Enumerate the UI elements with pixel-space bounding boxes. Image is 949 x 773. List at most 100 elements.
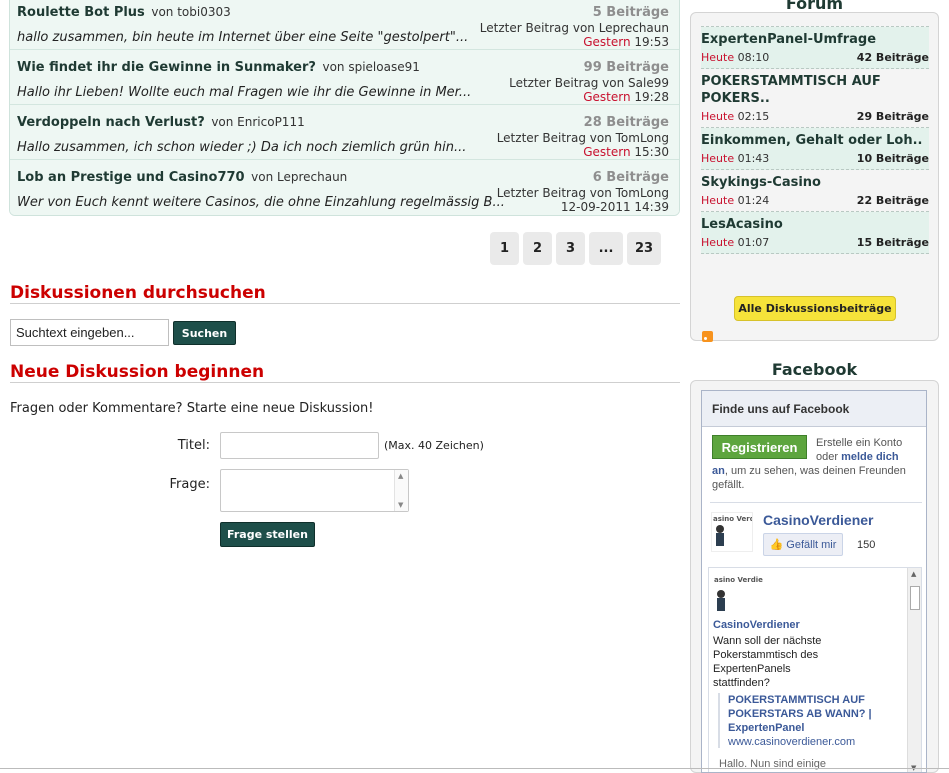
facebook-login-link-2[interactable]: an: [712, 465, 725, 477]
facebook-title: Facebook: [771, 360, 858, 379]
divider: [10, 382, 680, 383]
facebook-stream[interactable]: asino Verdiener CasinoVerdiener Wann sol…: [708, 567, 922, 772]
post-author[interactable]: CasinoVerdiener: [713, 618, 800, 632]
title-field[interactable]: [220, 432, 379, 459]
forum-list: ExpertenPanel-Umfrage Heute 08:10 42 Beit…: [701, 26, 929, 254]
thread-title[interactable]: Wie findet ihr die Gewinne in Sunmaker? …: [17, 60, 420, 75]
thread-last-time: Gestern 15:30: [583, 145, 669, 159]
search-input[interactable]: [10, 319, 169, 346]
thread-last-time: 12-09-2011 14:39: [560, 200, 669, 214]
thread-row[interactable]: Roulette Bot Plus von tobi0303 hallo zus…: [10, 0, 679, 50]
thread-last-post: Letzter Beitrag von Sale99: [509, 76, 669, 90]
thread-author: von EnricoP111: [211, 115, 305, 129]
forum-item[interactable]: Einkommen, Gehalt oder Loh.. Heute 01:43…: [701, 128, 929, 170]
scroll-up-icon[interactable]: ▲: [398, 472, 403, 480]
pagination: 1 2 3 ... 23: [490, 232, 662, 265]
like-button[interactable]: 👍 Gefällt mir: [763, 533, 843, 556]
thread-author: von Leprechaun: [251, 170, 348, 184]
thread-excerpt: Hallo ihr Lieben! Wollte euch mal Fragen…: [17, 85, 472, 100]
thread-post-count: 5 Beiträge: [592, 5, 669, 20]
forum-item-time: Heute 08:10: [701, 51, 770, 64]
post-text: Wann soll der nächste Pokerstammtisch de…: [713, 635, 822, 689]
forum-item-count: 29 Beiträge: [856, 110, 929, 123]
question-label: Frage:: [169, 477, 210, 492]
thread-author: von tobi0303: [151, 5, 231, 19]
textarea-scrollbar[interactable]: ▲ ▼: [394, 470, 408, 511]
new-discussion-heading: Neue Diskussion beginnen: [10, 362, 265, 382]
rss-icon[interactable]: [702, 331, 713, 342]
page-avatar[interactable]: asino Verdiener: [711, 512, 753, 552]
forum-item[interactable]: Skykings-Casino Heute 01:24 22 Beiträge: [701, 170, 929, 212]
post-attachment[interactable]: POKERSTAMMTISCH AUF POKERSTARS AB WANN? …: [718, 693, 898, 748]
scroll-up-icon[interactable]: ▲: [911, 570, 916, 578]
like-label: Gefällt mir: [786, 538, 837, 551]
thread-row[interactable]: Verdoppeln nach Verlust? von EnricoP111 …: [10, 105, 679, 160]
thread-last-post: Letzter Beitrag von TomLong: [496, 131, 669, 145]
forum-item-count: 42 Beiträge: [856, 51, 929, 64]
forum-item[interactable]: POKERSTAMMTISCH AUF POKERS.. Heute 02:15…: [701, 69, 929, 128]
thread-last-post: Letzter Beitrag von Leprechaun: [479, 21, 669, 35]
scroll-down-icon[interactable]: ▼: [398, 501, 403, 509]
forum-item-count: 15 Beiträge: [856, 236, 929, 249]
avatar-body-icon: [717, 598, 725, 611]
thread-title[interactable]: Lob an Prestige und Casino770 von Leprec…: [17, 170, 347, 185]
submit-question-button[interactable]: Frage stellen: [220, 522, 315, 547]
facebook-widget-header: Finde uns auf Facebook: [702, 391, 926, 427]
thread-title[interactable]: Roulette Bot Plus von tobi0303: [17, 5, 231, 20]
page-link-3[interactable]: 3: [556, 232, 585, 265]
page-ellipsis[interactable]: ...: [589, 232, 623, 265]
forum-item-time: Heute 01:07: [701, 236, 770, 249]
forum-item-time: Heute 01:24: [701, 194, 770, 207]
page-link-2[interactable]: 2: [523, 232, 552, 265]
search-button[interactable]: Suchen: [173, 321, 236, 345]
thread-row[interactable]: Wie findet ihr die Gewinne in Sunmaker? …: [10, 50, 679, 105]
facebook-widget: Finde uns auf Facebook Registrieren Erst…: [701, 390, 927, 773]
forum-item-time: Heute 02:15: [701, 110, 770, 123]
page-link-last[interactable]: 23: [627, 232, 662, 265]
thread-last-time: Gestern 19:53: [583, 35, 669, 49]
avatar-body-icon: [716, 533, 724, 546]
forum-item-title[interactable]: ExpertenPanel-Umfrage: [701, 31, 929, 48]
facebook-register-text-2: an, um zu sehen, was deinen Freunden gef…: [712, 465, 906, 491]
thread-author: von spieloase91: [322, 60, 420, 74]
thread-post-count: 99 Beiträge: [583, 60, 669, 75]
forum-item[interactable]: ExpertenPanel-Umfrage Heute 08:10 42 Beit…: [701, 27, 929, 69]
forum-item-title[interactable]: Einkommen, Gehalt oder Loh..: [701, 132, 929, 149]
forum-item-title[interactable]: LesAcasino: [701, 216, 929, 233]
forum-sidebar-box: ExpertenPanel-Umfrage Heute 08:10 42 Beit…: [690, 12, 939, 342]
attachment-url[interactable]: www.casinoverdiener.com: [728, 736, 898, 748]
facebook-page-name[interactable]: CasinoVerdiener: [763, 512, 874, 528]
scroll-thumb[interactable]: [910, 586, 920, 610]
title-hint: (Max. 40 Zeichen): [384, 439, 484, 452]
post-avatar[interactable]: asino Verdiener: [713, 574, 763, 620]
all-discussions-button[interactable]: Alle Diskussionsbeiträge: [734, 296, 896, 321]
attachment-title[interactable]: POKERSTAMMTISCH AUF POKERSTARS AB WANN? …: [728, 693, 898, 735]
forum-item[interactable]: LesAcasino Heute 01:07 15 Beiträge: [701, 212, 929, 254]
search-heading: Diskussionen durchsuchen: [10, 283, 266, 303]
avatar-figure-icon: [717, 590, 725, 598]
page-link-1[interactable]: 1: [490, 232, 519, 265]
question-textarea[interactable]: ▲ ▼: [220, 469, 409, 512]
facebook-register-text: Erstelle ein Konto oder melde dich: [816, 437, 903, 463]
thread-last-post: Letzter Beitrag von TomLong: [496, 186, 669, 200]
forum-item-count: 10 Beiträge: [856, 152, 929, 165]
facebook-register-button[interactable]: Registrieren: [712, 435, 807, 459]
facebook-login-link[interactable]: melde dich: [841, 451, 898, 463]
stream-scrollbar[interactable]: ▲ ▼: [907, 568, 921, 772]
forum-item-title[interactable]: POKERSTAMMTISCH AUF POKERS..: [701, 73, 929, 107]
thread-post-count: 6 Beiträge: [592, 170, 669, 185]
thread-title[interactable]: Verdoppeln nach Verlust? von EnricoP111: [17, 115, 305, 130]
forum-item-time: Heute 01:43: [701, 152, 770, 165]
new-discussion-intro: Fragen oder Kommentare? Starte eine neue…: [10, 401, 374, 416]
forum-item-title[interactable]: Skykings-Casino: [701, 174, 929, 191]
page-bottom-border: [0, 768, 949, 769]
title-label: Titel:: [177, 438, 210, 453]
thread-last-time: Gestern 19:28: [583, 90, 669, 104]
thread-excerpt: hallo zusammen, bin heute im Internet üb…: [17, 30, 469, 45]
thread-list: Roulette Bot Plus von tobi0303 hallo zus…: [9, 0, 680, 216]
forum-item-count: 22 Beiträge: [856, 194, 929, 207]
thread-row[interactable]: Lob an Prestige und Casino770 von Leprec…: [10, 160, 679, 215]
avatar-figure-icon: [716, 525, 724, 533]
like-count: 150: [857, 539, 876, 551]
thread-excerpt: Wer von Euch kennt weitere Casinos, die …: [17, 195, 505, 210]
